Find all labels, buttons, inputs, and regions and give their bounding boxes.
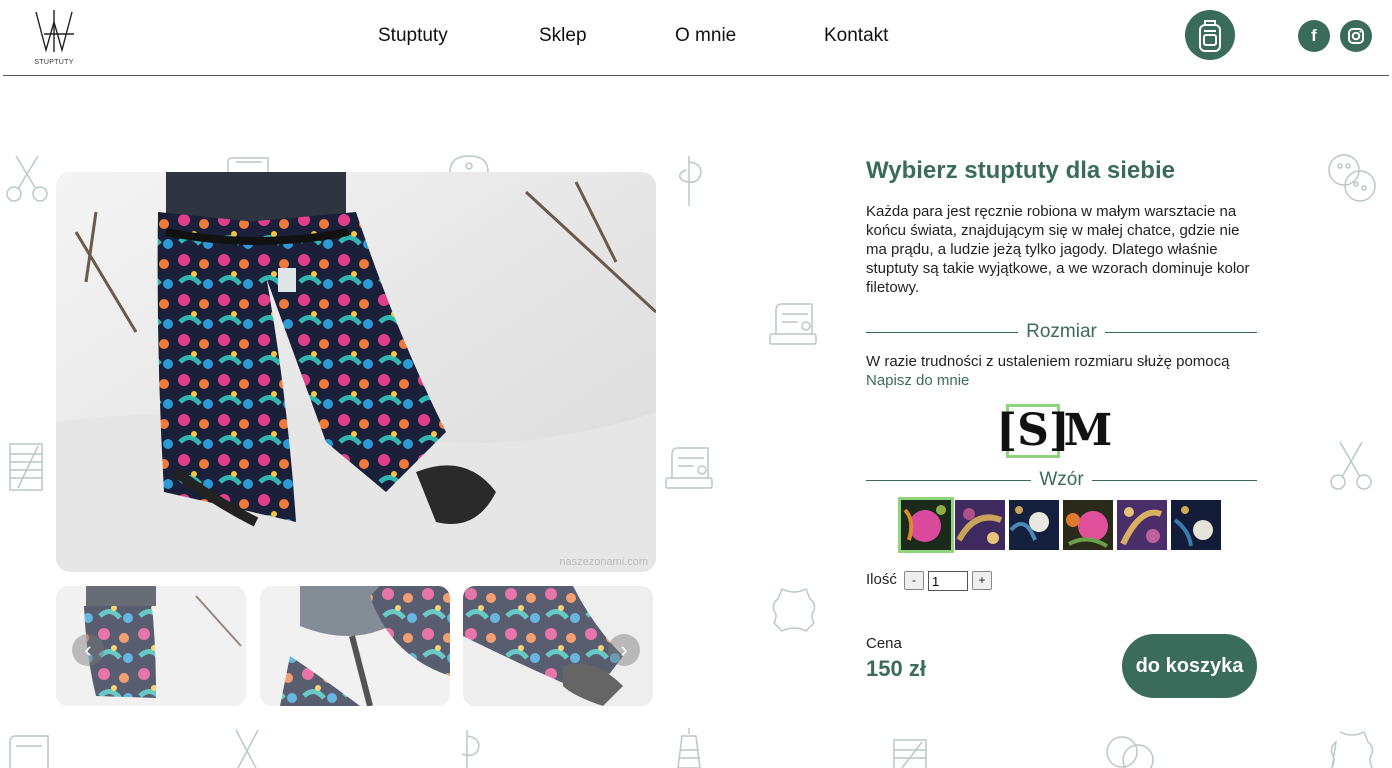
pattern-swatch-5[interactable] <box>1117 500 1167 550</box>
product-title: Wybierz stuptuty dla siebie <box>866 157 1175 184</box>
pattern-section-header: Wzór <box>866 468 1258 492</box>
floral-purple-swatch <box>955 500 1005 550</box>
divider-line <box>866 331 1019 333</box>
divider-line <box>1104 331 1258 333</box>
facebook-icon: f <box>1311 26 1317 45</box>
product-description: Każda para jest ręcznie robiona w małym … <box>866 203 1250 296</box>
pattern-swatch-4[interactable] <box>1063 500 1113 550</box>
gaiters-photo <box>56 172 656 572</box>
size-help-text: W razie trudności z ustaleniem rozmiaru … <box>866 353 1230 370</box>
thumbnail-veil <box>260 586 450 706</box>
nav-item-o-mnie[interactable]: O mnie <box>675 25 736 47</box>
quantity-input[interactable] <box>928 571 968 591</box>
gallery-prev-button[interactable]: ‹ <box>72 634 104 666</box>
pattern-swatch-6[interactable] <box>1171 500 1221 550</box>
header-divider <box>3 75 1389 76</box>
divider-line <box>1091 479 1258 481</box>
chevron-right-icon: › <box>620 637 628 662</box>
add-to-cart-button[interactable]: do koszyka <box>1122 634 1257 698</box>
pattern-swatch-2[interactable] <box>955 500 1005 550</box>
size-section-header: Rozmiar <box>866 320 1258 344</box>
notebook-icon <box>892 736 930 768</box>
pattern-swatch-3[interactable] <box>1009 500 1059 550</box>
site-header: STUPTUTY Stuptuty Sklep O mnie Kontakt f <box>0 0 1392 76</box>
logo-mark-icon <box>35 10 74 53</box>
instagram-icon <box>1348 28 1364 44</box>
size-section-label: Rozmiar <box>1026 321 1097 342</box>
notebook-icon <box>8 440 46 499</box>
instagram-link[interactable] <box>1340 20 1372 52</box>
scissors-icon <box>224 728 270 768</box>
floral-navy-swatch <box>1009 500 1059 550</box>
floral-pink-swatch <box>901 500 951 550</box>
needle-thread-icon <box>672 154 706 213</box>
logo[interactable]: STUPTUTY <box>30 8 78 68</box>
facebook-link[interactable]: f <box>1298 20 1330 52</box>
buttons-icon <box>1104 734 1156 768</box>
price-label: Cena <box>866 635 902 652</box>
scissors-icon <box>4 154 50 211</box>
nav-item-stuptuty[interactable]: Stuptuty <box>378 25 448 47</box>
quantity-decrease-button[interactable]: - <box>904 571 924 590</box>
sewing-machine-icon <box>768 300 818 351</box>
quantity-label: Ilość <box>866 571 897 588</box>
nav-item-sklep[interactable]: Sklep <box>539 25 587 47</box>
gallery-next-button[interactable]: › <box>608 634 640 666</box>
chevron-left-icon: ‹ <box>84 637 92 662</box>
needle-thread-icon <box>450 728 484 768</box>
photo-watermark: naszezonami.com <box>559 556 648 568</box>
buttons-icon <box>1326 152 1378 209</box>
quantity-increase-button[interactable]: + <box>972 571 992 590</box>
main-product-photo[interactable]: naszezonami.com <box>56 172 656 572</box>
leather-hide-icon <box>1328 728 1376 768</box>
divider-line <box>866 479 1032 481</box>
scissors-icon <box>1328 440 1374 499</box>
floral-purple-swatch <box>1117 500 1167 550</box>
sewing-machine-icon <box>4 732 52 768</box>
sewing-machine-icon <box>664 444 714 495</box>
floral-pink-swatch <box>1063 500 1113 550</box>
dress-form-icon <box>670 726 708 768</box>
floral-navy-swatch <box>1171 500 1221 550</box>
cart-button[interactable] <box>1185 10 1235 60</box>
nav-item-kontakt[interactable]: Kontakt <box>824 25 888 47</box>
backpack-icon <box>1199 20 1221 52</box>
logo-text: STUPTUTY <box>34 59 74 66</box>
price-value: 150 zł <box>866 656 926 681</box>
thumbnail-2[interactable] <box>260 586 450 706</box>
size-help-note: W razie trudności z ustaleniem rozmiaru … <box>866 352 1246 390</box>
contact-me-link[interactable]: Napisz do mnie <box>866 372 969 389</box>
leather-hide-icon <box>770 585 818 640</box>
size-option-s[interactable]: [S] <box>996 404 1070 458</box>
size-option-m[interactable]: M <box>1061 404 1115 458</box>
pattern-swatch-1[interactable] <box>898 497 954 553</box>
pattern-section-label: Wzór <box>1039 469 1084 490</box>
